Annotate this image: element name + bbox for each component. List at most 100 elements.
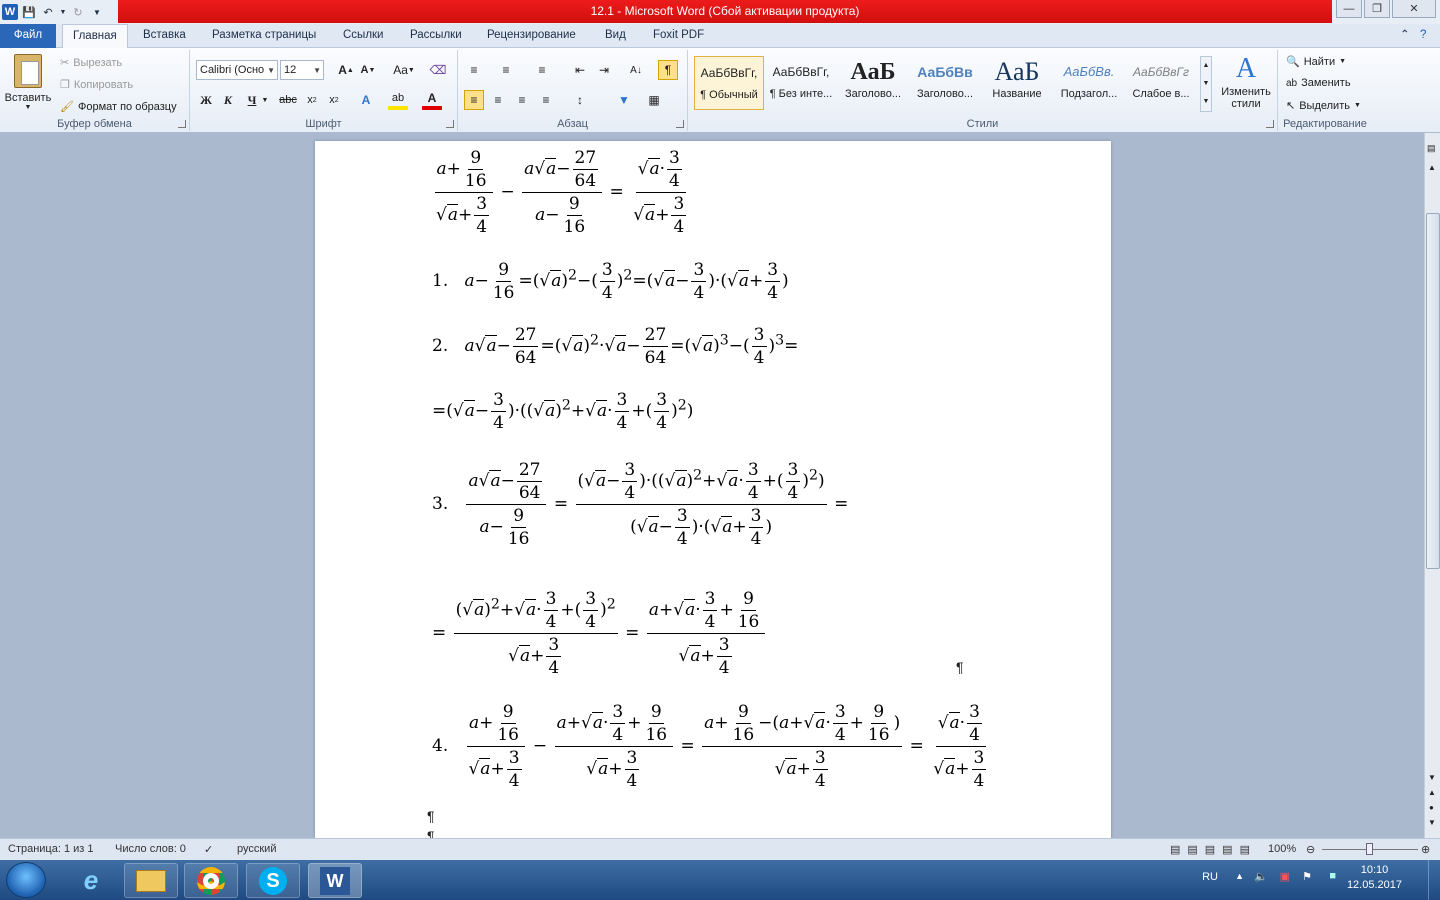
volume-icon[interactable]: 🔈	[1254, 870, 1268, 883]
help-icon[interactable]: ?	[1420, 24, 1426, 48]
clear-formatting-icon[interactable]: ⌫	[428, 60, 448, 80]
undo-dropdown-icon[interactable]: ▼	[59, 4, 67, 20]
style-heading-2[interactable]: АаБбВв Заголово...	[910, 56, 980, 110]
subscript-icon[interactable]: x2	[302, 90, 322, 110]
vertical-scrollbar[interactable]: ▤ ▲ ▼ ▲ ● ▼	[1424, 133, 1440, 838]
select-button[interactable]: ↖ Выделить ▼	[1286, 99, 1361, 113]
style-normal[interactable]: АаБбВвГг, ¶ Обычный	[694, 56, 764, 110]
network-icon[interactable]: ▣	[1280, 870, 1290, 883]
word-taskbar-icon[interactable]: W	[308, 863, 362, 898]
save-icon[interactable]: 💾	[21, 4, 37, 20]
change-case-icon[interactable]: Aa ▼	[390, 60, 418, 80]
scroll-down-icon[interactable]: ▼	[1428, 773, 1436, 782]
next-page-icon[interactable]: ▼	[1428, 818, 1436, 827]
format-painter-button[interactable]: 🖌 Формат по образцу	[60, 100, 177, 114]
prev-page-icon[interactable]: ▲	[1428, 788, 1436, 797]
word-count[interactable]: Число слов: 0	[115, 843, 186, 855]
style-no-spacing[interactable]: АаБбВвГг, ¶ Без инте...	[766, 56, 836, 110]
maximize-button[interactable]: ❐	[1364, 0, 1390, 18]
browse-object-icon[interactable]: ●	[1429, 803, 1434, 812]
customize-qat-icon[interactable]: ▼	[89, 4, 105, 20]
tab-mailings[interactable]: Рассылки	[400, 24, 472, 48]
file-explorer-icon[interactable]	[124, 863, 178, 898]
tab-references[interactable]: Ссылки	[333, 24, 394, 48]
zoom-slider-thumb[interactable]	[1366, 843, 1373, 855]
styles-scroll[interactable]: ▲ ▼ ▼	[1200, 56, 1212, 112]
increase-indent-icon[interactable]: ⇥	[594, 60, 614, 80]
proofing-icon[interactable]: ✓	[204, 843, 213, 856]
paragraph-launcher-icon[interactable]	[676, 120, 684, 128]
input-language[interactable]: RU	[1202, 871, 1218, 883]
tab-review[interactable]: Рецензирование	[477, 24, 586, 48]
style-subtle-emphasis[interactable]: АаБбВвГг Слабое в...	[1126, 56, 1196, 110]
zoom-out-icon[interactable]: ⊖	[1306, 843, 1315, 856]
style-subtitle[interactable]: АаБбВв. Подзагол...	[1054, 56, 1124, 110]
ruler-toggle-icon[interactable]: ▤	[1427, 143, 1436, 154]
italic-icon[interactable]: К	[218, 90, 238, 110]
paste-button[interactable]: Вставить ▼	[4, 52, 52, 114]
font-size-combo[interactable]: 12 ▼	[280, 60, 324, 80]
action-center-icon[interactable]: ⚑	[1302, 870, 1312, 883]
shrink-font-icon[interactable]: A ▼	[358, 60, 378, 80]
align-left-icon[interactable]: ≡	[464, 90, 484, 110]
font-family-combo[interactable]: Calibri (Осно ▼	[196, 60, 278, 80]
replace-button[interactable]: ab Заменить	[1286, 77, 1351, 89]
clipboard-launcher-icon[interactable]	[178, 120, 186, 128]
word-app-icon[interactable]: W	[2, 4, 18, 20]
style-heading-1[interactable]: АаБ Заголово...	[838, 56, 908, 110]
style-title[interactable]: АаБ Название	[982, 56, 1052, 110]
font-launcher-icon[interactable]	[446, 120, 454, 128]
borders-icon[interactable]: ▦	[644, 90, 664, 110]
zoom-in-icon[interactable]: ⊕	[1421, 843, 1430, 856]
underline-icon[interactable]: Ч	[242, 90, 262, 110]
tab-insert[interactable]: Вставка	[133, 24, 196, 48]
justify-icon[interactable]: ≡	[536, 90, 556, 110]
view-buttons[interactable]: ▤▤▤▤▤	[1170, 843, 1257, 856]
page-count[interactable]: Страница: 1 из 1	[8, 843, 94, 855]
show-hidden-icons-icon[interactable]: ▲	[1235, 871, 1244, 881]
scroll-thumb[interactable]	[1426, 213, 1440, 569]
clock[interactable]: 10:10 12.05.2017	[1347, 864, 1402, 891]
change-styles-button[interactable]: A Изменить стили	[1216, 52, 1276, 114]
align-center-icon[interactable]: ≡	[488, 90, 508, 110]
zoom-level[interactable]: 100%	[1268, 843, 1296, 855]
text-effects-icon[interactable]: A	[356, 90, 376, 110]
align-right-icon[interactable]: ≡	[512, 90, 532, 110]
close-button[interactable]: ✕	[1392, 0, 1436, 18]
shading-icon[interactable]: ▼	[614, 90, 634, 110]
bold-icon[interactable]: Ж	[196, 90, 216, 110]
tab-foxit-pdf[interactable]: Foxit PDF	[643, 24, 714, 48]
superscript-icon[interactable]: x2	[324, 90, 344, 110]
find-button[interactable]: 🔍 Найти ▼	[1286, 55, 1346, 69]
font-color-icon[interactable]: A	[422, 90, 442, 110]
highlight-icon[interactable]: ab	[388, 90, 408, 110]
redo-icon[interactable]: ↻	[70, 4, 86, 20]
show-formatting-icon[interactable]: ¶	[658, 60, 678, 80]
document-page[interactable]: a+ 9 16 √a+ 3 4 − a√a− 27 64 a− 9 16 = √a· 3 4 √a+ 3 4 …	[315, 141, 1111, 861]
scroll-up-icon[interactable]: ▲	[1428, 163, 1436, 172]
ribbon-minimize-icon[interactable]: ⌃	[1400, 24, 1410, 48]
internet-explorer-icon[interactable]: e	[64, 863, 118, 898]
tab-file[interactable]: Файл	[0, 24, 56, 48]
strikethrough-icon[interactable]: abc	[278, 90, 298, 110]
show-desktop-button[interactable]	[1428, 860, 1440, 900]
skype-icon[interactable]: S	[246, 863, 300, 898]
language-indicator[interactable]: русский	[237, 843, 276, 855]
tab-home[interactable]: Главная	[62, 24, 128, 49]
minimize-button[interactable]: —	[1336, 0, 1362, 18]
line-spacing-icon[interactable]: ↕	[570, 90, 590, 110]
chrome-icon[interactable]	[184, 863, 238, 898]
numbering-icon[interactable]: ≡	[496, 60, 516, 80]
bullets-icon[interactable]: ≡	[464, 60, 484, 80]
tab-page-layout[interactable]: Разметка страницы	[202, 24, 326, 48]
start-button[interactable]	[6, 862, 46, 898]
notification-icon[interactable]: ■	[1329, 870, 1336, 882]
multilevel-list-icon[interactable]: ≡	[532, 60, 552, 80]
styles-launcher-icon[interactable]	[1266, 120, 1274, 128]
grow-font-icon[interactable]: A ▲	[336, 60, 356, 80]
underline-dropdown-icon[interactable]: ▼	[260, 90, 270, 110]
undo-icon[interactable]: ↶	[40, 4, 56, 20]
decrease-indent-icon[interactable]: ⇤	[570, 60, 590, 80]
copy-button[interactable]: ❐ Копировать	[60, 78, 133, 92]
tab-view[interactable]: Вид	[595, 24, 636, 48]
